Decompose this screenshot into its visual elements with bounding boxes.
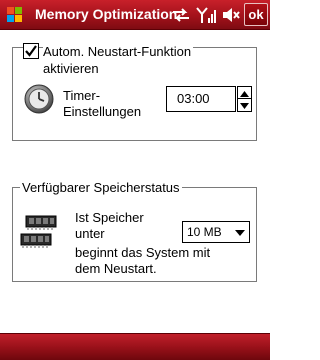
spin-down-button[interactable] bbox=[238, 99, 251, 111]
chevron-down-icon bbox=[235, 230, 245, 236]
auto-restart-checkbox[interactable] bbox=[23, 43, 39, 59]
signal-icon[interactable] bbox=[196, 6, 218, 24]
auto-restart-label-cont[interactable]: aktivieren bbox=[43, 61, 99, 77]
clock-icon bbox=[24, 84, 54, 114]
ok-button[interactable]: ok bbox=[244, 3, 268, 26]
time-spinner[interactable] bbox=[237, 86, 252, 112]
connectivity-icon[interactable] bbox=[171, 6, 191, 24]
timer-label-cont: Einstellungen bbox=[63, 104, 142, 119]
start-button[interactable] bbox=[3, 4, 27, 26]
window-title: Memory Optimization bbox=[35, 6, 178, 22]
spin-up-button[interactable] bbox=[238, 87, 251, 99]
soft-key-bar[interactable] bbox=[0, 333, 270, 360]
windows-start-icon bbox=[7, 7, 23, 23]
memory-text-line: beginnt das System mit bbox=[75, 245, 211, 260]
memory-chip-icon bbox=[20, 215, 57, 248]
checkmark-icon bbox=[25, 45, 37, 57]
memory-threshold-value: 10 MB bbox=[187, 225, 222, 239]
memory-threshold-select[interactable]: 10 MB bbox=[182, 221, 250, 243]
memory-text-line: Ist Speicher bbox=[75, 210, 144, 225]
title-bar: Memory Optimization ok bbox=[0, 0, 270, 30]
timer-label: Timer- bbox=[63, 88, 101, 103]
memory-status-group-title: Verfügbarer Speicherstatus bbox=[20, 180, 182, 196]
arrow-down-icon bbox=[240, 103, 249, 109]
auto-restart-label[interactable]: Autom. Neustart-Funktion bbox=[43, 44, 194, 60]
memory-text-line: dem Neustart. bbox=[75, 261, 157, 276]
memory-text-line: unter bbox=[75, 226, 105, 241]
time-input[interactable]: 03:00 bbox=[166, 86, 236, 112]
volume-mute-icon[interactable] bbox=[221, 6, 241, 24]
